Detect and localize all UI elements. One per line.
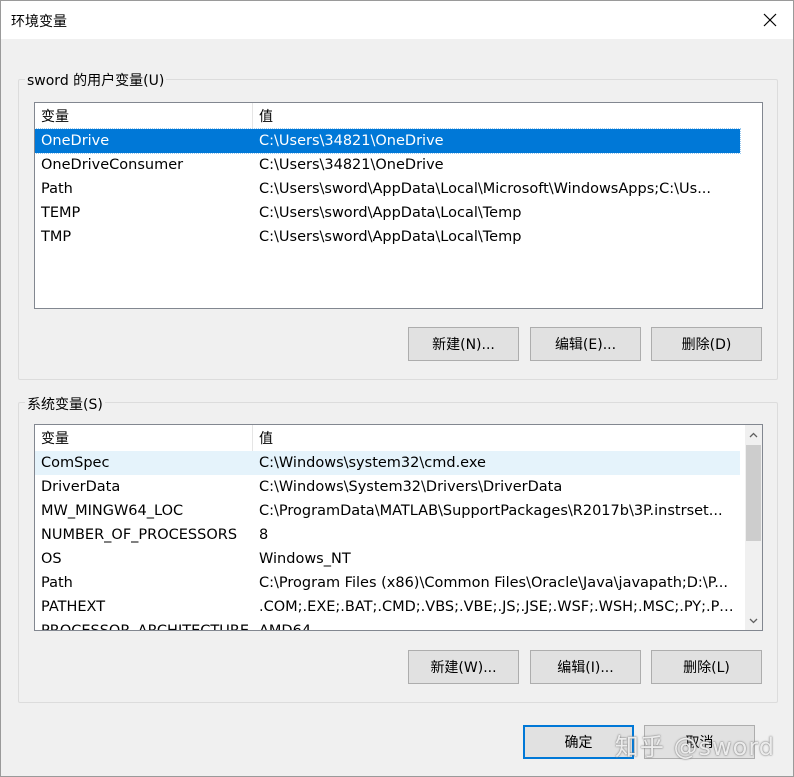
variable-name: PATHEXT [41,599,106,615]
variable-name: OS [41,551,62,567]
column-header-value[interactable]: 值 [253,425,740,451]
variable-name: Path [41,181,73,197]
column-header-variable[interactable]: 变量 [35,103,253,129]
system-list-scrollbar[interactable] [745,425,762,630]
variable-name: ComSpec [41,455,110,471]
scroll-down-button[interactable] [745,612,762,629]
variable-name: PROCESSOR_ARCHITECTURE [41,623,250,631]
variable-value: C:\Users\sword\AppData\Local\Temp [259,205,522,221]
system-new-button[interactable]: 新建(W)... [408,650,519,684]
close-button[interactable] [747,1,793,39]
column-header-variable[interactable]: 变量 [35,425,253,451]
list-item[interactable]: Path C:\Users\sword\AppData\Local\Microso… [35,177,740,201]
close-icon [763,13,777,27]
variable-name: NUMBER_OF_PROCESSORS [41,527,238,543]
list-item[interactable]: Path C:\Program Files (x86)\Common Files\… [35,571,740,595]
variable-value: C:\Windows\system32\cmd.exe [259,455,486,471]
list-item[interactable]: OneDrive C:\Users\34821\OneDrive [35,128,741,154]
list-item[interactable]: PROCESSOR_ARCHITECTURE AMD64 [35,619,740,631]
variable-name: DriverData [41,479,121,495]
window-title: 环境变量 [11,14,67,30]
title-bar: 环境变量 [1,1,793,39]
variable-name: OneDriveConsumer [41,157,184,173]
chevron-up-icon [749,432,758,437]
list-item[interactable]: TMP C:\Users\sword\AppData\Local\Temp [35,225,740,249]
variable-value: C:\Users\34821\OneDrive [259,133,444,149]
variable-value: C:\Program Files (x86)\Common Files\Orac… [259,575,729,591]
variable-value: 8 [259,527,269,543]
user-list-rows: OneDrive C:\Users\34821\OneDrive OneDriveC… [35,128,741,249]
list-item[interactable]: MW_MINGW64_LOC C:\ProgramData\MATLAB\Supp… [35,499,740,523]
environment-variables-dialog: 环境变量 sword 的用户变量(U) 变量 值 OneDrive C:\User… [0,0,794,777]
list-item[interactable]: DriverData C:\Windows\System32\Drivers\Dr… [35,475,740,499]
user-variables-label: sword 的用户变量(U) [25,70,167,90]
list-item[interactable]: OneDriveConsumer C:\Users\34821\OneDrive [35,153,740,177]
user-new-button[interactable]: 新建(N)... [408,327,519,361]
system-edit-button[interactable]: 编辑(I)... [530,650,641,684]
variable-value: C:\Users\34821\OneDrive [259,157,444,173]
system-list-header: 变量 值 [35,425,762,451]
variable-value: Windows_NT [259,551,351,567]
variable-name: TMP [41,229,72,245]
variable-name: OneDrive [41,133,110,149]
list-item[interactable]: OS Windows_NT [35,547,740,571]
list-item[interactable]: ComSpec C:\Windows\system32\cmd.exe [35,451,740,475]
variable-value: C:\Users\sword\AppData\Local\Microsoft\W… [259,181,712,197]
variable-value: AMD64 [259,623,312,631]
user-delete-button[interactable]: 删除(D) [651,327,762,361]
list-item[interactable]: PATHEXT .COM;.EXE;.BAT;.CMD;.VBS;.VBE;.JS… [35,595,740,619]
system-variables-label: 系统变量(S) [25,394,105,414]
system-delete-button[interactable]: 删除(L) [651,650,762,684]
system-list-rows: ComSpec C:\Windows\system32\cmd.exe Driver… [35,451,740,631]
system-variables-list[interactable]: 变量 值 ComSpec C:\Windows\system32\cmd.exe D… [34,424,763,631]
variable-value: .COM;.EXE;.BAT;.CMD;.VBS;.VBE;.JS;.JSE;.… [259,599,740,615]
scroll-thumb[interactable] [746,445,761,541]
user-edit-button[interactable]: 编辑(E)... [530,327,641,361]
variable-value: C:\Windows\System32\Drivers\DriverData [259,479,563,495]
column-header-value[interactable]: 值 [253,103,740,129]
variable-name: TEMP [41,205,81,221]
user-variables-list[interactable]: 变量 值 OneDrive C:\Users\34821\OneDrive OneD… [34,102,763,309]
variable-name: MW_MINGW64_LOC [41,503,184,519]
list-item[interactable]: TEMP C:\Users\sword\AppData\Local\Temp [35,201,740,225]
user-list-header: 变量 值 [35,103,762,129]
variable-value: C:\Users\sword\AppData\Local\Temp [259,229,522,245]
variable-name: Path [41,575,73,591]
scroll-up-button[interactable] [745,426,762,443]
variable-value: C:\ProgramData\MATLAB\SupportPackages\R2… [259,503,723,519]
list-item[interactable]: NUMBER_OF_PROCESSORS 8 [35,523,740,547]
watermark: 知乎 @sword [614,733,775,761]
chevron-down-icon [749,618,758,623]
